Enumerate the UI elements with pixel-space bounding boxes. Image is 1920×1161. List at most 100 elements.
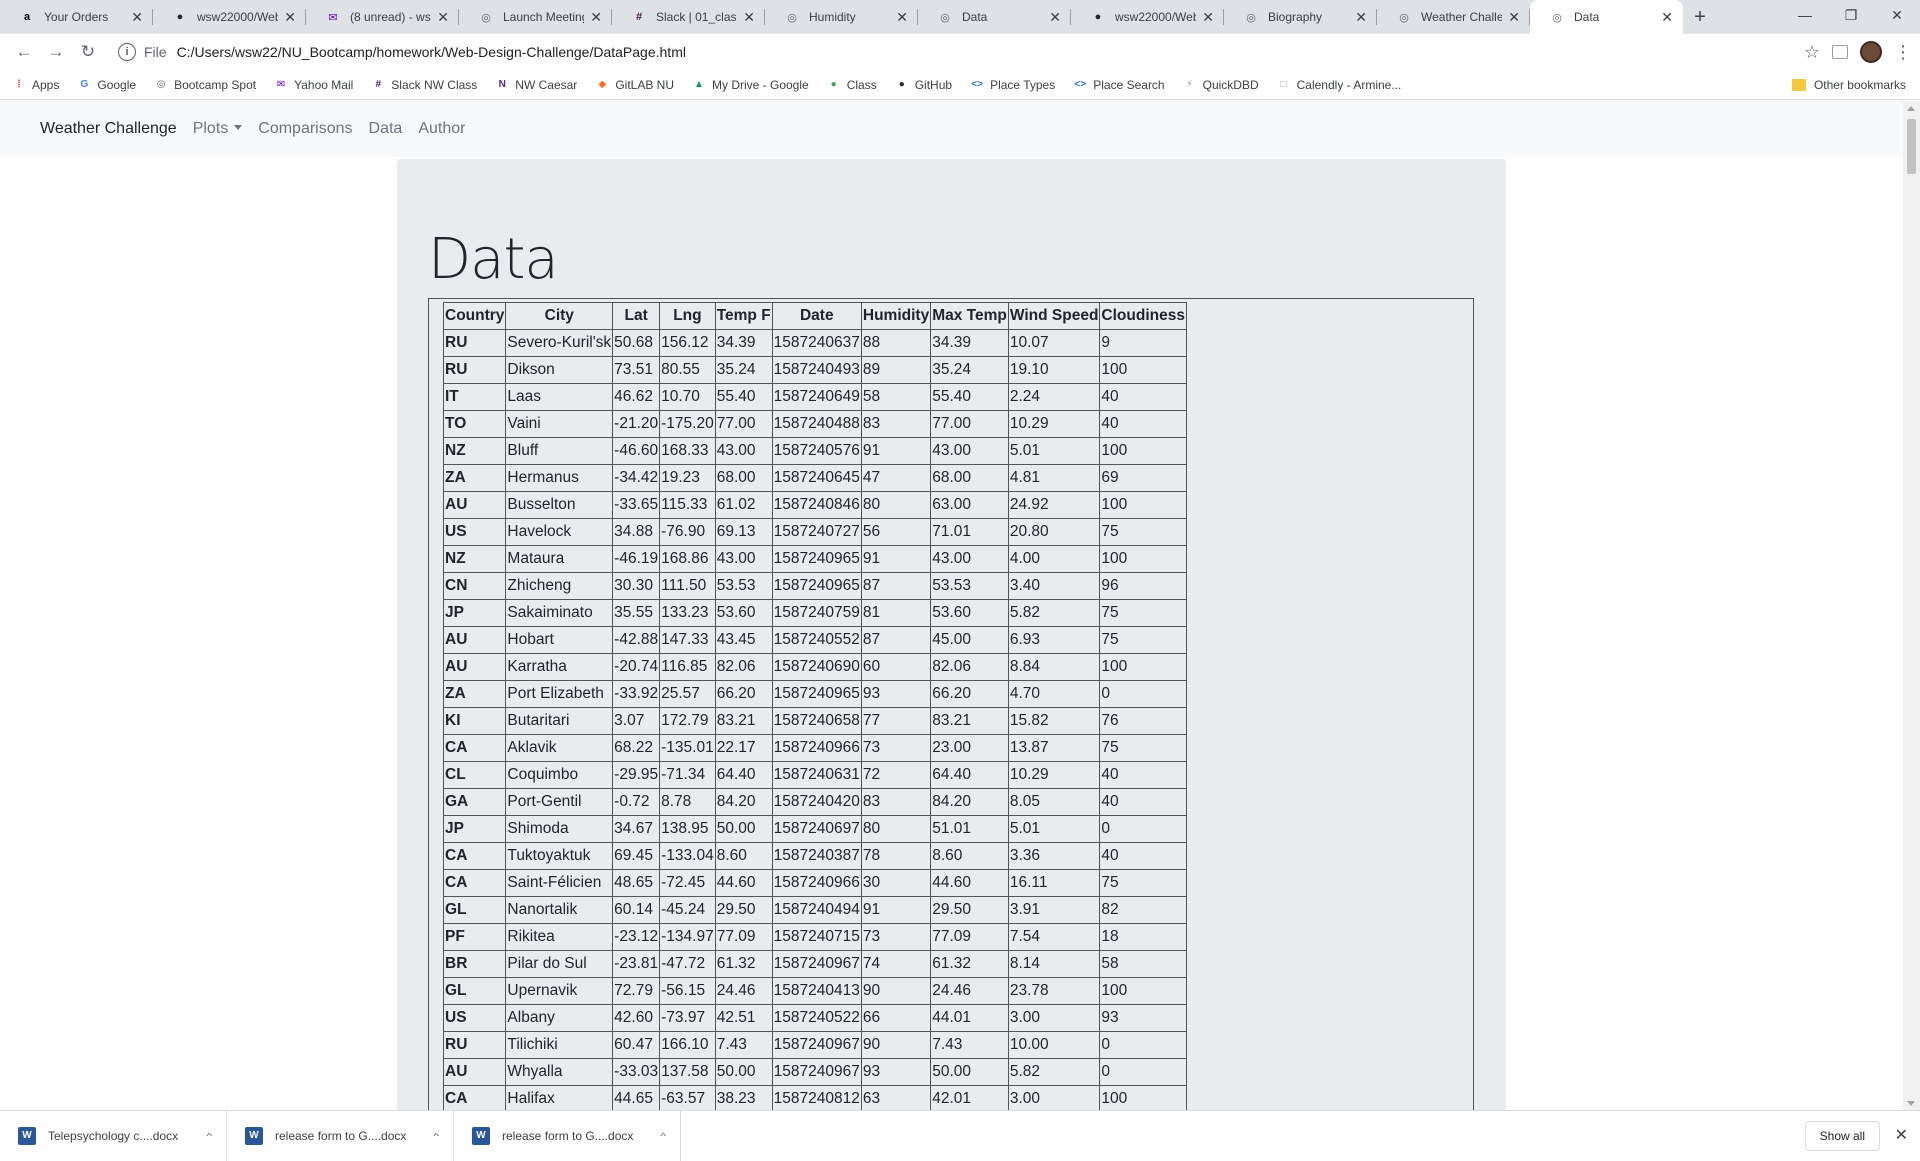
close-tab-icon[interactable]: ✕ [284, 9, 296, 26]
bookmark-label: Place Types [990, 77, 1056, 92]
scroll-down-icon[interactable] [1907, 1101, 1915, 1106]
menu-kebab-icon[interactable]: ⋮ [1894, 42, 1912, 63]
download-item[interactable]: Wrelease form to G....docx ^ [227, 1110, 454, 1161]
browser-tab[interactable]: ◎ Data ✕ [918, 0, 1071, 34]
download-item[interactable]: Wrelease form to G....docx ^ [454, 1110, 681, 1161]
browser-tab[interactable]: ◎ Data ✕ [1530, 0, 1683, 34]
new-tab-button[interactable]: + [1683, 0, 1717, 34]
bookmark-item[interactable]: ✉ Yahoo Mail [274, 78, 353, 92]
close-window-icon[interactable]: ✕ [1874, 0, 1920, 30]
scroll-up-icon[interactable] [1907, 106, 1915, 111]
chevron-up-icon[interactable]: ^ [660, 1131, 666, 1141]
table-cell: 100 [1099, 491, 1187, 519]
browser-tab[interactable]: ● wsw22000/Web- ✕ [153, 0, 306, 34]
show-all-downloads-button[interactable]: Show all [1804, 1121, 1880, 1151]
table-cell: 80.55 [659, 356, 716, 384]
restore-icon[interactable]: ❐ [1828, 0, 1874, 30]
table-cell: 81 [860, 599, 932, 627]
bookmark-item[interactable]: # Slack NW Class [371, 78, 478, 92]
nav-comparisons[interactable]: Comparisons [258, 120, 352, 138]
browser-tab[interactable]: ◎ Humidity ✕ [765, 0, 918, 34]
close-tab-icon[interactable]: ✕ [1508, 9, 1520, 26]
bookmark-item[interactable]: ⚡ QuickDBD [1183, 78, 1259, 92]
close-tab-icon[interactable]: ✕ [1049, 9, 1061, 26]
download-item[interactable]: W Telepsychology c....docx ^ [0, 1110, 227, 1161]
table-cell: 43.00 [930, 545, 1009, 573]
chevron-up-icon[interactable]: ^ [206, 1131, 212, 1141]
country-cell: GL [442, 896, 507, 924]
close-tab-icon[interactable]: ✕ [590, 9, 602, 26]
other-bookmarks[interactable]: Other bookmarks [1791, 70, 1906, 100]
bookmark-item[interactable]: N NW Caesar [495, 78, 578, 92]
address-url[interactable]: C:/Users/wsw22/NU_Bootcamp/homework/Web-… [177, 44, 686, 60]
close-tab-icon[interactable]: ✕ [1355, 9, 1367, 26]
browser-tab[interactable]: ● wsw22000/Web- ✕ [1071, 0, 1224, 34]
nav-plots-dropdown[interactable]: Plots [193, 120, 243, 138]
browser-tab[interactable]: ✉ (8 unread) - wsw ✕ [306, 0, 459, 34]
table-cell: 68.22 [612, 734, 661, 762]
profile-avatar[interactable] [1860, 41, 1882, 63]
table-cell: 168.86 [659, 545, 716, 573]
table-cell: 1587240413 [771, 977, 862, 1005]
class-icon: ● [830, 79, 837, 90]
close-tab-icon[interactable]: ✕ [437, 9, 449, 26]
bookmark-item[interactable]: ◎ Bootcamp Spot [154, 78, 256, 92]
page-scrollbar[interactable] [1903, 101, 1920, 1111]
table-cell: Karratha [505, 653, 614, 681]
info-icon[interactable]: i [118, 43, 136, 61]
extension-icon[interactable] [1832, 45, 1848, 59]
table-row: KI Butaritari 3.07 172.79 83.21 1587240658 77 8… [442, 707, 1187, 735]
address-bar[interactable]: i File C:/Users/wsw22/NU_Bootcamp/homewo… [118, 38, 1796, 66]
forward-icon[interactable]: → [40, 36, 72, 68]
table-cell: Aklavik [505, 734, 614, 762]
bookmark-item[interactable]: ● Class [827, 78, 877, 92]
table-cell: 100 [1099, 437, 1187, 465]
bookmark-item[interactable]: □ Calendly - Armine... [1277, 78, 1402, 92]
table-cell: 83.21 [930, 707, 1009, 735]
browser-tab[interactable]: a Your Orders ✕ [0, 0, 153, 34]
browser-tab[interactable]: # Slack | 01_class_a ✕ [612, 0, 765, 34]
scrollbar-thumb[interactable] [1907, 119, 1916, 174]
apps-grid-icon: ⁞ [17, 79, 21, 90]
minimize-icon[interactable]: — [1782, 0, 1828, 30]
close-tab-icon[interactable]: ✕ [896, 9, 908, 26]
bookmark-item[interactable]: <> Place Search [1073, 78, 1164, 92]
close-tab-icon[interactable]: ✕ [743, 9, 755, 26]
browser-tab[interactable]: ◎ Biography ✕ [1224, 0, 1377, 34]
bookmark-item[interactable]: ▲ My Drive - Google [692, 78, 809, 92]
country-cell: ZA [442, 464, 507, 492]
bookmark-star-icon[interactable]: ☆ [1804, 42, 1820, 63]
nav-author[interactable]: Author [418, 120, 465, 138]
bookmark-item[interactable]: ◆ GitLAB NU [595, 78, 674, 92]
close-tab-icon[interactable]: ✕ [131, 9, 143, 26]
nav-data[interactable]: Data [369, 120, 403, 138]
table-cell: -33.92 [612, 680, 661, 708]
close-downloads-icon[interactable]: ✕ [1895, 1125, 1908, 1145]
close-tab-icon[interactable]: ✕ [1661, 9, 1673, 26]
slack-icon: # [635, 11, 643, 23]
table-cell: 8.14 [1007, 950, 1101, 978]
tab-title: Biography [1268, 10, 1323, 24]
table-cell: 166.10 [659, 1031, 716, 1059]
google-drive-icon: ▲ [694, 79, 704, 90]
close-tab-icon[interactable]: ✕ [1202, 9, 1214, 26]
back-icon[interactable]: ← [8, 36, 40, 68]
browser-tab[interactable]: ◎ Launch Meeting ✕ [459, 0, 612, 34]
bookmark-item[interactable]: ● GitHub [895, 78, 952, 92]
bookmark-item[interactable]: <> Place Types [970, 78, 1055, 92]
table-cell: 1587240697 [771, 815, 862, 843]
site-brand[interactable]: Weather Challenge [40, 120, 177, 138]
page-viewport: Weather Challenge Plots Comparisons Data… [0, 101, 1920, 1111]
table-cell: 24.46 [930, 977, 1009, 1005]
browser-tab[interactable]: ◎ Weather Challeng ✕ [1377, 0, 1530, 34]
table-cell: Hobart [505, 626, 614, 654]
country-cell: CN [442, 572, 507, 600]
table-cell: 1587240965 [771, 680, 862, 708]
reload-icon[interactable]: ↻ [72, 36, 104, 68]
bookmark-list: ⁞ Apps G Google ◎ Bootcamp Spot ✉ Yahoo Mail # Sl… [12, 78, 1419, 92]
chevron-up-icon[interactable]: ^ [433, 1131, 439, 1141]
bookmark-item[interactable]: G Google [77, 78, 136, 92]
country-cell: RU [442, 329, 507, 357]
bookmark-item[interactable]: ⁞ Apps [12, 78, 59, 92]
column-header: Wind Speed [1007, 302, 1101, 330]
